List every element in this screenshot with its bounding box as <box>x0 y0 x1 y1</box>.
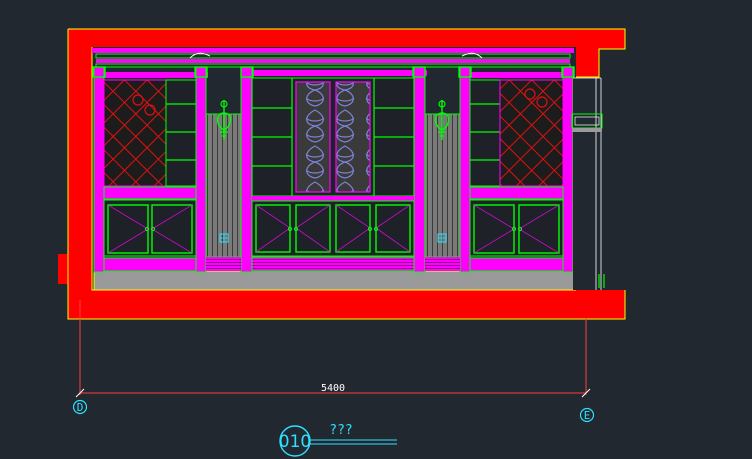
cad-elevation-drawing: 5400 D E 010 ??? <box>58 28 626 457</box>
right-cabinet <box>469 79 564 272</box>
right-lattice-panel <box>499 79 564 187</box>
left-glass-door <box>295 81 331 193</box>
right-glass-door <box>335 81 371 193</box>
center-cabinet <box>251 77 415 272</box>
axis-bubble-left: D <box>72 399 88 415</box>
right-end-detail <box>571 77 605 290</box>
axis-bubble-right: E <box>579 407 595 423</box>
crown-molding <box>92 48 574 78</box>
axis-label-left: D <box>77 401 84 414</box>
dimension-value: 5400 <box>321 383 345 394</box>
left-cabinet <box>103 79 197 272</box>
view-title: ??? <box>329 423 352 438</box>
floor-strip <box>93 270 575 291</box>
axis-label-right: E <box>584 409 591 422</box>
view-title-block: 010 ??? <box>279 423 397 457</box>
view-number: 010 <box>279 432 311 452</box>
